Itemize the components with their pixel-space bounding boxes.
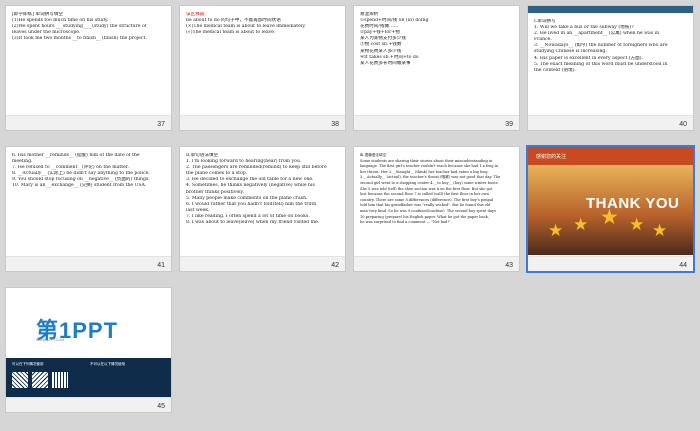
text-line: the context (语境).: [534, 67, 576, 73]
slide-41[interactable]: 6. His mother __reminds__ (提醒) him of th…: [6, 147, 171, 271]
slide-37[interactable]: [即学即练] 单词拼写填空 (1)He spends too much time…: [6, 6, 171, 130]
slide-footer: [354, 115, 519, 130]
slide-footer: [180, 115, 345, 130]
text-line: (3)It took me two months __to finish__ (…: [12, 36, 147, 42]
slide-footer: [6, 397, 171, 412]
slide-45[interactable]: 第1PPT WWW.1PPT.COM 可以在下列情况使用 不可以在以下情况使用 …: [6, 288, 171, 412]
slide-footer: [354, 256, 519, 271]
slide-footer: [528, 115, 693, 130]
text-line: language. The first girl's teacher could…: [360, 164, 499, 169]
star-icon: ★: [629, 215, 645, 235]
slide-content: [即学即练] 单词拼写填空 (1)He spends too much time…: [6, 6, 171, 114]
star-icon: ★: [573, 215, 589, 235]
slide-content: 误区释疑： be about to do 的句子中，不能再加时间状语 (×)Th…: [180, 6, 345, 114]
thanks-banner: 感谢您的关注: [528, 147, 693, 165]
slide-footer: [180, 256, 345, 271]
text-line: 6. I would rather that you hadn't told(t…: [186, 201, 317, 207]
slide-footer: [6, 115, 171, 130]
usage-panel: 可以在下列情况使用 不可以在以下情况使用: [6, 358, 171, 400]
slide-42[interactable]: Ⅱ.单句语法填空 1. I'm looking forward to heari…: [180, 147, 345, 271]
thank-you-image: THANK YOU ★ ★ ★ ★ ★: [528, 165, 693, 255]
slide-content: 6. His mother __reminds__ (提醒) him of th…: [6, 147, 171, 255]
slide-number: 40: [679, 121, 687, 128]
star-icon: ★: [548, 221, 564, 241]
usage-left-heading: 可以在下列情况使用: [12, 362, 44, 366]
slide-number: 42: [331, 262, 339, 269]
slide-footer: [6, 256, 171, 271]
text-line: 某人花费多长时间做某事: [360, 60, 411, 66]
slide-banner: [528, 6, 693, 13]
slide-43[interactable]: Ⅲ.语篇语法填空 Some students are sharing their…: [354, 147, 519, 271]
slide-number: 43: [505, 262, 513, 269]
text-line: 5. The exact meaning of this word must b…: [534, 61, 668, 67]
text-line: 10. Mary is an __exchange__ (交换) student…: [12, 183, 147, 189]
slide-number: 37: [157, 121, 165, 128]
text-line: man very kind. So he was 9.confused(conf…: [360, 208, 496, 213]
slide-content: Ⅰ.单词拼写 1. Will we take a bus or the subw…: [528, 13, 693, 114]
slide-footer: [528, 256, 693, 271]
slide-40[interactable]: Ⅰ.单词拼写 1. Will we take a bus or the subw…: [528, 6, 693, 130]
slide-content: Ⅲ.语篇语法填空 Some students are sharing their…: [354, 147, 519, 255]
usage-right-heading: 不可以在以下情况使用: [90, 362, 125, 366]
qr-code: [12, 372, 28, 388]
text-line: (√)The medical team is about to leave.: [186, 30, 276, 36]
slide-44[interactable]: 感谢您的关注 THANK YOU ★ ★ ★ ★ ★ 44: [528, 147, 693, 271]
qr-code: [52, 372, 68, 388]
slide-number: 39: [505, 121, 513, 128]
slide-number: 44: [679, 262, 687, 269]
slide-39[interactable]: 易混辨析 ①spend+时间/钱 on (in) doing 花费时间/钱做………: [354, 6, 519, 130]
slide-38[interactable]: 误区释疑： be about to do 的句子中，不能再加时间状语 (×)Th…: [180, 6, 345, 130]
star-icon: ★: [600, 205, 619, 229]
slide-number: 38: [331, 121, 339, 128]
star-icon: ★: [652, 221, 668, 241]
text-line: he was surprised to find a comment — "No…: [360, 220, 451, 225]
text-line: second girl went to a shopping center 4.…: [360, 180, 499, 185]
slide-number: 41: [157, 262, 165, 269]
logo-subtitle: WWW.1PPT.COM: [36, 338, 65, 342]
text-line: 8. I was about to leave(leave) when my f…: [186, 220, 320, 226]
slide-content: Ⅱ.单句语法填空 1. I'm looking forward to heari…: [180, 147, 345, 255]
slide-content: 易混辨析 ①spend+时间/钱 on (in) doing 花费时间/钱做………: [354, 6, 519, 114]
qr-code: [32, 372, 48, 388]
slide-number: 45: [157, 403, 165, 410]
